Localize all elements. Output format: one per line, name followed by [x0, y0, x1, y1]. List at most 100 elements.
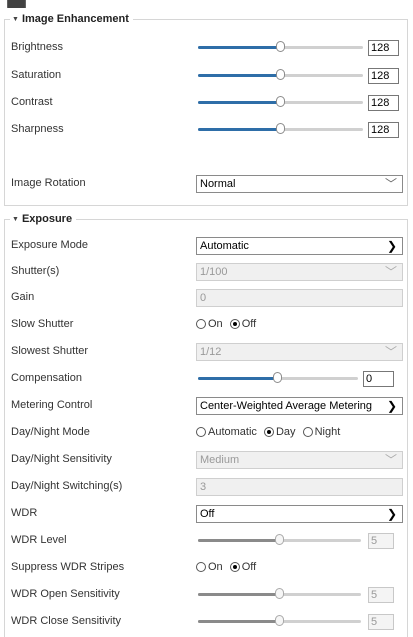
- slider-thumb[interactable]: [275, 41, 285, 52]
- chevron-down-icon: ﹀: [384, 453, 397, 467]
- brightness-slider[interactable]: [198, 41, 363, 53]
- radio-button[interactable]: [229, 319, 240, 329]
- day-night-mode-radio-group: Automatic Day Night: [196, 426, 344, 438]
- radio-button[interactable]: [229, 562, 240, 572]
- day-night-switching-label: Day/Night Switching(s): [11, 480, 123, 492]
- day-night-option-day[interactable]: Day: [263, 426, 296, 438]
- image-rotation-value: Normal: [200, 178, 236, 190]
- shutter-select[interactable]: 1/100 ﹀: [196, 263, 403, 281]
- gain-row: Gain 0: [11, 288, 403, 308]
- day-night-option-night[interactable]: Night: [302, 426, 341, 438]
- compensation-label: Compensation: [11, 372, 82, 384]
- compensation-slider[interactable]: [198, 372, 358, 384]
- radio-label: Night: [314, 426, 341, 438]
- image-enhancement-section: ▼ Image Enhancement Brightness 128 Satura…: [4, 13, 408, 206]
- contrast-value-input[interactable]: 128: [368, 95, 399, 111]
- shutter-label: Shutter(s): [11, 265, 60, 277]
- sharpness-row: Sharpness 128: [11, 120, 403, 140]
- image-rotation-select[interactable]: Normal ﹀: [196, 175, 403, 193]
- contrast-label: Contrast: [11, 96, 53, 108]
- radio-label: On: [208, 561, 223, 573]
- radio-label: Off: [241, 561, 257, 573]
- sharpness-label: Sharpness: [11, 123, 64, 135]
- slider-thumb[interactable]: [274, 588, 284, 599]
- radio-label: Off: [241, 318, 257, 330]
- sharpness-slider[interactable]: [198, 123, 363, 135]
- wdr-row: WDR Off ❯: [11, 504, 403, 524]
- slowest-shutter-row: Slowest Shutter 1/12 ﹀: [11, 342, 403, 362]
- wdr-select[interactable]: Off ❯: [196, 505, 403, 523]
- saturation-row: Saturation 128: [11, 66, 403, 86]
- exposure-section: ▼ Exposure Exposure Mode Automatic ❯ Shut…: [4, 213, 408, 637]
- radio-button[interactable]: [196, 319, 206, 329]
- slider-thumb[interactable]: [274, 615, 284, 626]
- day-night-sensitivity-select[interactable]: Medium ﹀: [196, 451, 403, 469]
- metering-control-select[interactable]: Center-Weighted Average Metering ❯: [196, 397, 403, 415]
- saturation-value-input[interactable]: 128: [368, 68, 399, 84]
- metering-control-label: Metering Control: [11, 399, 93, 411]
- brightness-value-input[interactable]: 128: [368, 40, 399, 56]
- slider-fill: [198, 101, 281, 104]
- collapse-triangle-icon[interactable]: ▼: [12, 216, 19, 223]
- slider-thumb[interactable]: [275, 123, 285, 134]
- day-night-sensitivity-row: Day/Night Sensitivity Medium ﹀: [11, 450, 403, 470]
- slider-fill: [198, 593, 280, 596]
- slider-fill: [198, 46, 281, 49]
- slider-fill: [198, 128, 281, 131]
- contrast-slider[interactable]: [198, 96, 363, 108]
- radio-button[interactable]: [196, 427, 206, 437]
- compensation-row: Compensation 0: [11, 369, 403, 389]
- day-night-switching-input[interactable]: 3: [196, 478, 403, 496]
- wdr-level-slider[interactable]: [198, 534, 361, 546]
- slow-shutter-option-on[interactable]: On: [196, 318, 223, 330]
- gain-label: Gain: [11, 291, 35, 303]
- slow-shutter-option-off[interactable]: Off: [229, 318, 257, 330]
- slider-thumb[interactable]: [275, 69, 285, 80]
- radio-button[interactable]: [196, 562, 206, 572]
- slider-fill: [198, 620, 280, 623]
- wdr-label: WDR: [11, 507, 38, 519]
- wdr-close-sensitivity-slider[interactable]: [198, 615, 361, 627]
- slider-fill: [198, 74, 281, 77]
- radio-label: On: [208, 318, 223, 330]
- suppress-wdr-stripes-label: Suppress WDR Stripes: [11, 561, 125, 573]
- gain-input[interactable]: 0: [196, 289, 403, 307]
- brightness-label: Brightness: [11, 41, 63, 53]
- brightness-row: Brightness 128: [11, 38, 403, 58]
- slider-thumb[interactable]: [275, 96, 285, 107]
- exposure-mode-select[interactable]: Automatic ❯: [196, 237, 403, 255]
- radio-button[interactable]: [263, 427, 274, 437]
- shutter-value: 1/100: [200, 266, 228, 278]
- wdr-open-sensitivity-slider[interactable]: [198, 588, 361, 600]
- exposure-legend[interactable]: ▼ Exposure: [10, 213, 77, 226]
- collapse-triangle-icon[interactable]: ▼: [12, 16, 19, 23]
- slowest-shutter-select[interactable]: 1/12 ﹀: [196, 343, 403, 361]
- radio-label: Day: [275, 426, 296, 438]
- day-night-sensitivity-label: Day/Night Sensitivity: [11, 453, 112, 465]
- suppress-wdr-option-on[interactable]: On: [196, 561, 223, 573]
- slider-thumb[interactable]: [274, 534, 284, 545]
- compensation-value-input[interactable]: 0: [363, 371, 394, 387]
- wdr-open-sensitivity-row: WDR Open Sensitivity 5: [11, 585, 403, 605]
- exposure-mode-value: Automatic: [200, 240, 249, 252]
- saturation-slider[interactable]: [198, 69, 363, 81]
- chevron-down-icon: ❯: [386, 239, 397, 253]
- image-rotation-row: Image Rotation Normal ﹀: [11, 174, 403, 194]
- wdr-level-value-input[interactable]: 5: [368, 533, 394, 549]
- slow-shutter-row: Slow Shutter On Off: [11, 315, 403, 335]
- suppress-wdr-option-off[interactable]: Off: [229, 561, 257, 573]
- sharpness-value-input[interactable]: 128: [368, 122, 399, 138]
- chevron-down-icon: ﹀: [384, 177, 397, 191]
- image-enhancement-legend[interactable]: ▼ Image Enhancement: [10, 13, 133, 26]
- shutter-row: Shutter(s) 1/100 ﹀: [11, 262, 403, 282]
- radio-label: Automatic: [208, 426, 257, 438]
- chevron-down-icon: ❯: [386, 399, 397, 413]
- wdr-close-sensitivity-value-input[interactable]: 5: [368, 614, 394, 630]
- contrast-row: Contrast 128: [11, 93, 403, 113]
- day-night-option-automatic[interactable]: Automatic: [196, 426, 257, 438]
- wdr-open-sensitivity-value-input[interactable]: 5: [368, 587, 394, 603]
- saturation-label: Saturation: [11, 69, 62, 81]
- slider-thumb[interactable]: [273, 372, 282, 383]
- slow-shutter-label: Slow Shutter: [11, 318, 74, 330]
- radio-button[interactable]: [302, 427, 313, 437]
